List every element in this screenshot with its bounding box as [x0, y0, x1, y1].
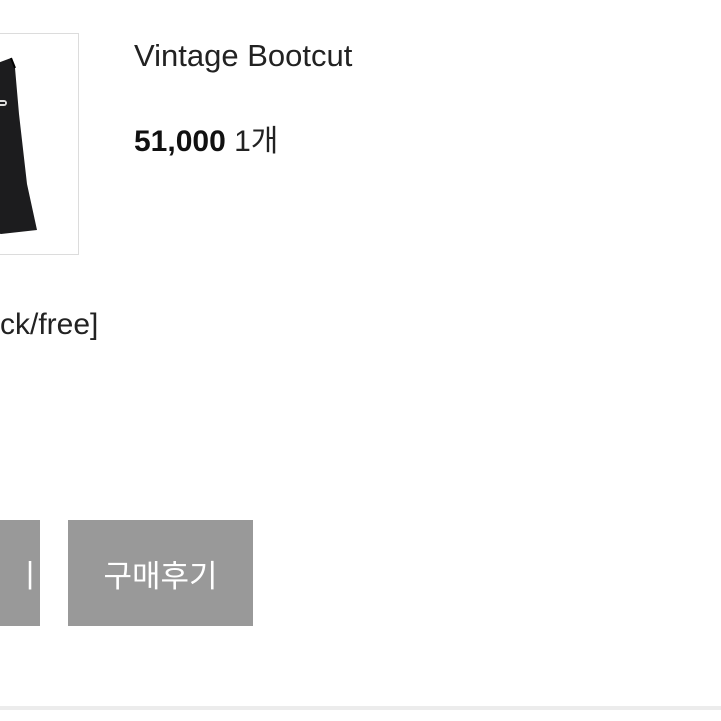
product-thumbnail[interactable]	[0, 33, 79, 255]
order-item-page: Vintage Bootcut 51,000 1개 ck/free] | 구매후…	[0, 0, 721, 721]
black-dress-icon	[0, 57, 37, 234]
product-name: Vintage Bootcut	[134, 38, 353, 73]
section-divider	[0, 706, 721, 710]
write-review-button[interactable]: 구매후기	[68, 520, 253, 626]
product-price: 51,000	[134, 125, 226, 158]
product-option: ck/free]	[0, 308, 99, 341]
product-quantity: 1개	[234, 125, 279, 158]
partial-action-button[interactable]: |	[0, 520, 40, 626]
price-line: 51,000 1개	[134, 116, 278, 160]
